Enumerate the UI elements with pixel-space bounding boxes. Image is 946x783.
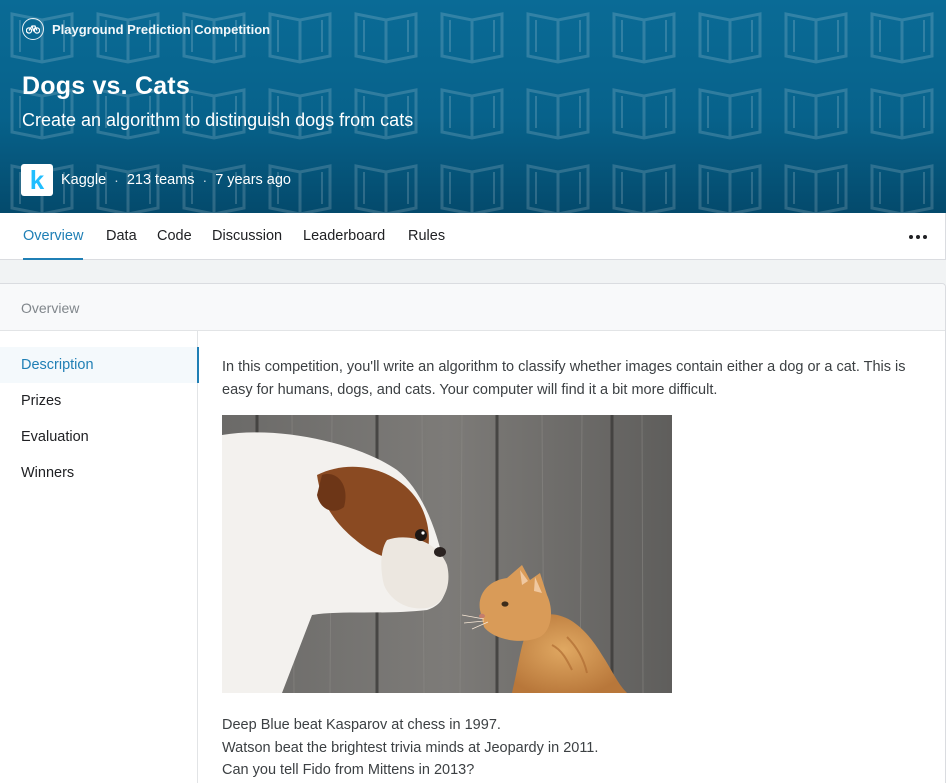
bicycle-icon [22,18,44,40]
tab-overview[interactable]: Overview [23,213,84,260]
tab-code[interactable]: Code [157,213,192,260]
tab-rules[interactable]: Rules [408,213,445,260]
more-horizontal-icon[interactable] [909,213,927,260]
team-count: 213 teams [126,172,195,188]
overview-card: Overview Description Prizes Evaluation W… [0,283,946,783]
host-name[interactable]: Kaggle [61,172,106,188]
competition-tabs: Overview Data Code Discussion Leaderboar… [0,213,946,260]
competition-age: 7 years ago [215,172,291,188]
competition-type-label: Playground Prediction Competition [52,21,271,37]
description-intro: In this competition, you'll write an alg… [222,359,906,398]
overview-sidebar: Description Prizes Evaluation Winners [0,331,199,783]
dog-and-cat-photo [222,415,672,693]
meta-separator: · [114,172,119,188]
description-line: Watson beat the brightest trivia minds a… [222,739,599,756]
description-line: Can you tell Fido from Mittens in 2013? [222,762,475,778]
tab-leaderboard[interactable]: Leaderboard [303,213,385,260]
description-content: In this competition, you'll write an alg… [222,356,932,778]
tab-discussion[interactable]: Discussion [212,213,282,260]
sidebar-item-evaluation[interactable]: Evaluation [0,419,198,455]
card-header: Overview [0,284,945,331]
competition-banner: Playground Prediction Competition Dogs v… [0,0,946,213]
tab-data[interactable]: Data [106,213,137,260]
description-lines: Deep Blue beat Kasparov at chess in 1997… [222,714,598,782]
description-line: Deep Blue beat Kasparov at chess in 1997… [222,717,501,733]
competition-meta: k Kaggle · 213 teams · 7 years ago [21,164,291,196]
competition-title: Dogs vs. Cats [22,72,190,100]
competition-type: Playground Prediction Competition [22,18,270,40]
sidebar-item-description[interactable]: Description [0,347,199,383]
meta-separator: · [202,172,208,188]
sidebar-item-winners[interactable]: Winners [0,455,198,491]
card-header-title: Overview [21,300,80,316]
host-logo[interactable]: k [21,164,53,196]
competition-subtitle: Create an algorithm to distinguish dogs … [22,110,414,130]
sidebar-item-prizes[interactable]: Prizes [0,383,198,419]
